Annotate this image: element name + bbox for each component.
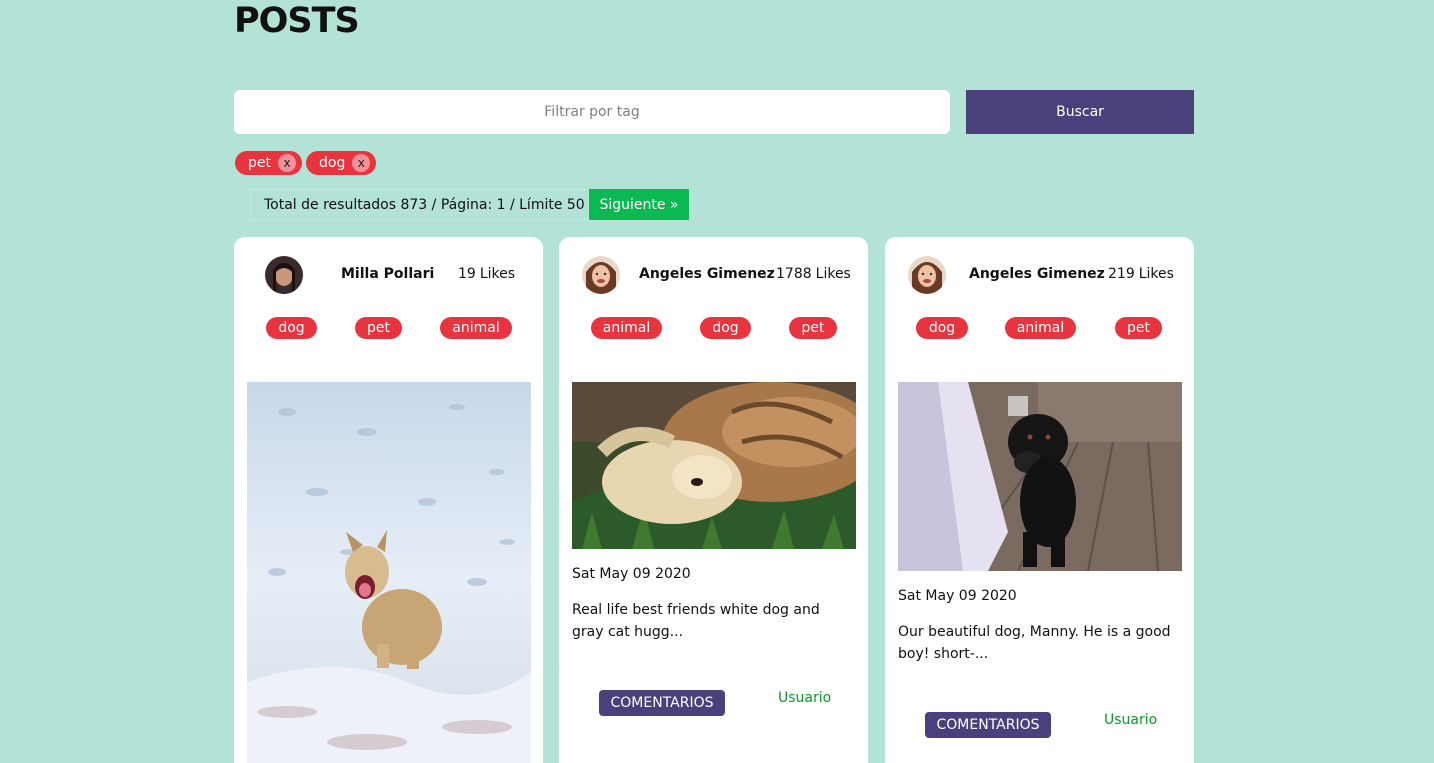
owner-name: Milla Pollari (341, 266, 435, 282)
post-date: Sat May 09 2020 (898, 588, 1017, 604)
likes-count: 19 Likes (458, 266, 515, 282)
active-filter-tag: dog x (306, 151, 377, 175)
remove-filter-button[interactable]: x (352, 154, 371, 172)
user-link[interactable]: Usuario (1104, 712, 1157, 728)
likes-unit: Likes (815, 266, 851, 282)
avatar (265, 256, 303, 294)
avatar (908, 256, 946, 294)
likes-value: 219 (1108, 266, 1135, 282)
active-filter-list: pet x dog x (235, 151, 377, 175)
post-tag[interactable]: dog (700, 317, 751, 339)
post-tag[interactable]: dog (916, 317, 968, 339)
page-title: POSTS (234, 1, 360, 41)
post-card: Angeles Gimenez 1788 Likes animal dog pet (559, 237, 868, 763)
post-tag[interactable]: animal (440, 317, 512, 339)
post-header: Milla Pollari 19 Likes (234, 256, 543, 294)
owner-name: Angeles Gimenez (969, 266, 1105, 282)
post-date: Sat May 09 2020 (572, 566, 691, 582)
search-button[interactable]: Buscar (966, 90, 1194, 134)
likes-unit: Likes (1138, 266, 1174, 282)
post-tag[interactable]: pet (789, 317, 837, 339)
likes-unit: Likes (479, 266, 516, 282)
page: POSTS Buscar pet x dog x Total de result… (0, 0, 1434, 763)
comments-button[interactable]: COMENTARIOS (925, 712, 1051, 738)
comments-button[interactable]: COMENTARIOS (599, 690, 725, 716)
next-page-button[interactable]: Siguiente » (589, 189, 689, 220)
tag-filter-input[interactable] (234, 90, 950, 134)
post-image (247, 382, 531, 763)
active-filter-label: dog (319, 155, 346, 171)
post-header: Angeles Gimenez 219 Likes (885, 256, 1194, 294)
active-filter-label: pet (248, 155, 271, 171)
avatar (582, 256, 620, 294)
post-tag[interactable]: animal (1005, 317, 1076, 339)
likes-value: 1788 (776, 266, 812, 282)
post-image (898, 382, 1182, 571)
post-text: Real life best friends white dog and gra… (572, 602, 820, 640)
post-card: Angeles Gimenez 219Likes dog animal pet (885, 237, 1194, 763)
user-link[interactable]: Usuario (778, 690, 831, 706)
likes-count: 1788 Likes (776, 266, 851, 282)
post-tag[interactable]: animal (591, 317, 662, 339)
post-tag[interactable]: pet (355, 317, 402, 339)
post-tag[interactable]: dog (266, 317, 317, 339)
post-header: Angeles Gimenez 1788 Likes (559, 256, 868, 294)
post-text: Our beautiful dog, Manny. He is a good b… (898, 624, 1171, 662)
active-filter-tag: pet x (235, 151, 302, 175)
post-card: Milla Pollari 19 Likes dog pet animal (234, 237, 543, 763)
post-tag[interactable]: pet (1115, 317, 1162, 339)
post-image (572, 382, 856, 549)
remove-filter-button[interactable]: x (278, 154, 296, 172)
results-summary: Total de resultados 873 / Página: 1 / Lí… (250, 189, 599, 220)
likes-value: 19 (458, 266, 476, 282)
likes-count: 219 Likes (1108, 266, 1174, 282)
owner-name: Angeles Gimenez (639, 266, 775, 282)
